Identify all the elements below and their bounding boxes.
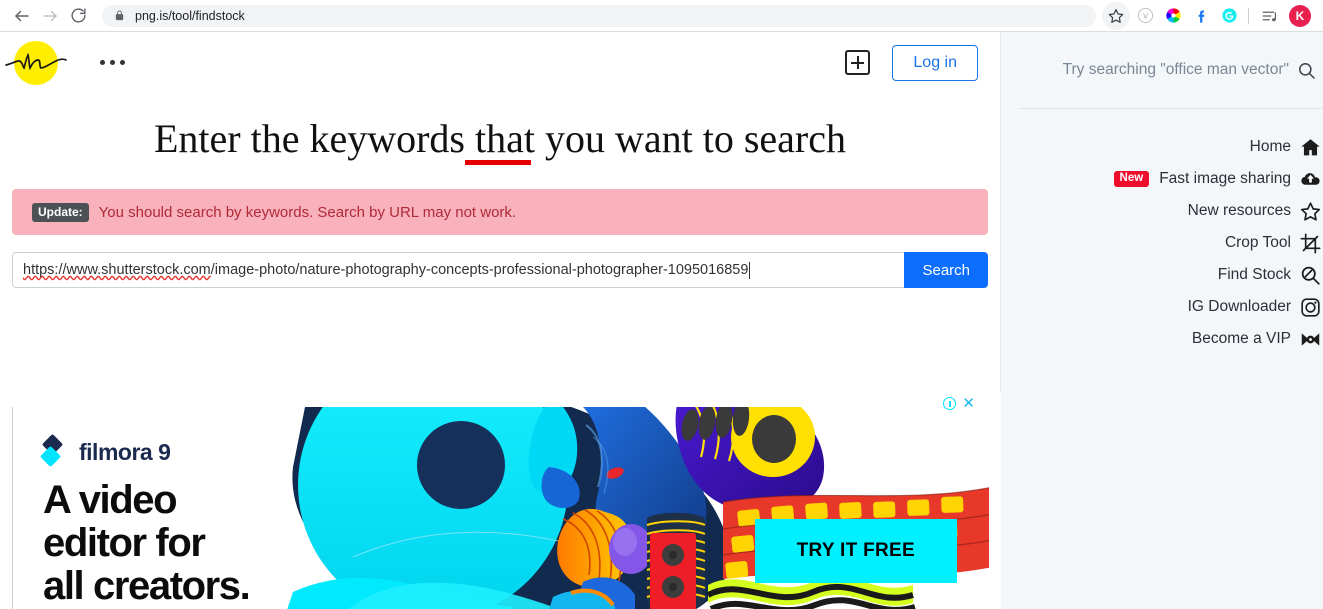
site-header: Log in: [0, 32, 1000, 93]
sidebar-item-ig-downloader[interactable]: IG Downloader: [1001, 291, 1323, 323]
instagram-icon: [1299, 296, 1321, 318]
search-magnifier-icon: [1299, 264, 1321, 286]
sidebar-item-find-stock[interactable]: Find Stock: [1001, 259, 1323, 291]
ad-iframe[interactable]: filmora 9 A video editor for all creator…: [12, 407, 989, 609]
ad-controls: ✕: [943, 396, 975, 411]
toolbar-divider: [1248, 7, 1249, 24]
address-bar-url: png.is/tool/findstock: [135, 8, 245, 23]
sidebar-search-placeholder: Try searching "office man vector": [1062, 61, 1289, 78]
sidebar-item-label: IG Downloader: [1187, 298, 1291, 315]
advertisement-region: ✕ filmora 9 A video editor for all creat…: [0, 393, 1001, 609]
text-caret: [749, 261, 751, 279]
lock-icon: [114, 9, 125, 22]
try-it-free-button[interactable]: TRY IT FREE: [754, 519, 957, 583]
login-button[interactable]: Log in: [892, 44, 978, 81]
ad-headline-line3: all creators.: [43, 563, 251, 608]
site-logo[interactable]: [5, 40, 67, 85]
alert-text: You should search by keywords. Search by…: [98, 203, 517, 221]
sidebar-search[interactable]: Try searching "office man vector": [1001, 32, 1323, 108]
playlist-extension-icon[interactable]: [1257, 3, 1283, 29]
ad-headline-line1: A video: [43, 478, 178, 522]
search-input[interactable]: https://www.shutterstock.com/image-photo…: [12, 252, 905, 288]
grammarly-extension-icon[interactable]: [1216, 3, 1242, 29]
ad-close-icon[interactable]: ✕: [962, 396, 975, 411]
address-bar[interactable]: png.is/tool/findstock: [102, 4, 1096, 27]
page-title-wrap: Enter the keywords that you want to sear…: [0, 93, 1000, 165]
update-alert: Update: You should search by keywords. S…: [12, 189, 988, 235]
crop-icon: [1299, 232, 1321, 254]
ad-headline: A video editor for all creators.: [43, 478, 251, 608]
sidebar-item-label: Home: [1249, 138, 1291, 155]
sidebar-item-home[interactable]: Home: [1001, 131, 1323, 163]
reload-icon[interactable]: [64, 2, 92, 30]
title-underline-accent: [464, 160, 531, 165]
filmora-brand-logo: filmora 9: [39, 433, 171, 468]
color-wheel-extension-icon[interactable]: [1160, 3, 1186, 29]
nh-signature-icon: [5, 52, 67, 70]
browser-toolbar: png.is/tool/findstock V K: [0, 0, 1323, 32]
sidebar-item-fast-image-sharing[interactable]: New Fast image sharing: [1001, 163, 1323, 195]
new-badge: New: [1113, 170, 1150, 188]
page-title-text: Enter the keywords that you want to sear…: [153, 116, 846, 161]
back-arrow-icon[interactable]: [8, 2, 36, 30]
search-input-value-host: https://www.shutterstock.com: [23, 262, 211, 278]
sidebar-item-label: Find Stock: [1217, 266, 1291, 283]
page-title: Enter the keywords that you want to sear…: [153, 115, 846, 165]
vip-bowtie-icon: [1299, 328, 1321, 350]
ad-headline-line2: editor for: [43, 520, 206, 565]
facebook-extension-icon[interactable]: [1188, 3, 1214, 29]
plus-icon[interactable]: [845, 50, 871, 75]
page-body: Log in Enter the keywords that you want …: [0, 32, 1323, 609]
search-icon[interactable]: [1295, 59, 1317, 81]
forward-arrow-icon: [36, 2, 64, 30]
filmora-brand-name: filmora 9: [79, 438, 171, 465]
search-row: https://www.shutterstock.com/image-photo…: [12, 252, 988, 288]
sidebar-item-label: Fast image sharing: [1159, 170, 1291, 187]
header-actions: Log in: [845, 44, 988, 81]
profile-avatar[interactable]: K: [1289, 4, 1311, 27]
sidebar-item-become-a-vip[interactable]: Become a VIP: [1001, 323, 1323, 355]
filmora-diamond-icon: [39, 433, 69, 468]
ad-choices-info-icon[interactable]: [943, 397, 957, 410]
bookmark-star-icon[interactable]: [1102, 1, 1130, 30]
sidebar-item-crop-tool[interactable]: Crop Tool: [1001, 227, 1323, 259]
vimeo-extension-icon[interactable]: V: [1132, 3, 1158, 29]
main-content: Log in Enter the keywords that you want …: [0, 32, 1001, 609]
home-icon: [1299, 136, 1321, 158]
search-input-value-path: /image-photo/nature-photography-concepts…: [210, 262, 749, 278]
svg-text:V: V: [1143, 12, 1148, 20]
sidebar-item-label: Crop Tool: [1224, 234, 1291, 251]
sidebar-nav: Home New Fast image sharing New resource…: [1001, 109, 1323, 355]
sidebar-item-label: New resources: [1187, 202, 1291, 219]
sidebar-item-new-resources[interactable]: New resources: [1001, 195, 1323, 227]
star-icon: [1299, 200, 1321, 222]
right-sidebar: Try searching "office man vector" Home N…: [1001, 32, 1323, 609]
upload-cloud-icon: [1299, 168, 1321, 190]
alert-badge: Update:: [32, 202, 89, 222]
sidebar-item-label: Become a VIP: [1191, 330, 1291, 347]
search-button[interactable]: Search: [904, 252, 988, 288]
more-dots-icon[interactable]: [100, 60, 125, 65]
